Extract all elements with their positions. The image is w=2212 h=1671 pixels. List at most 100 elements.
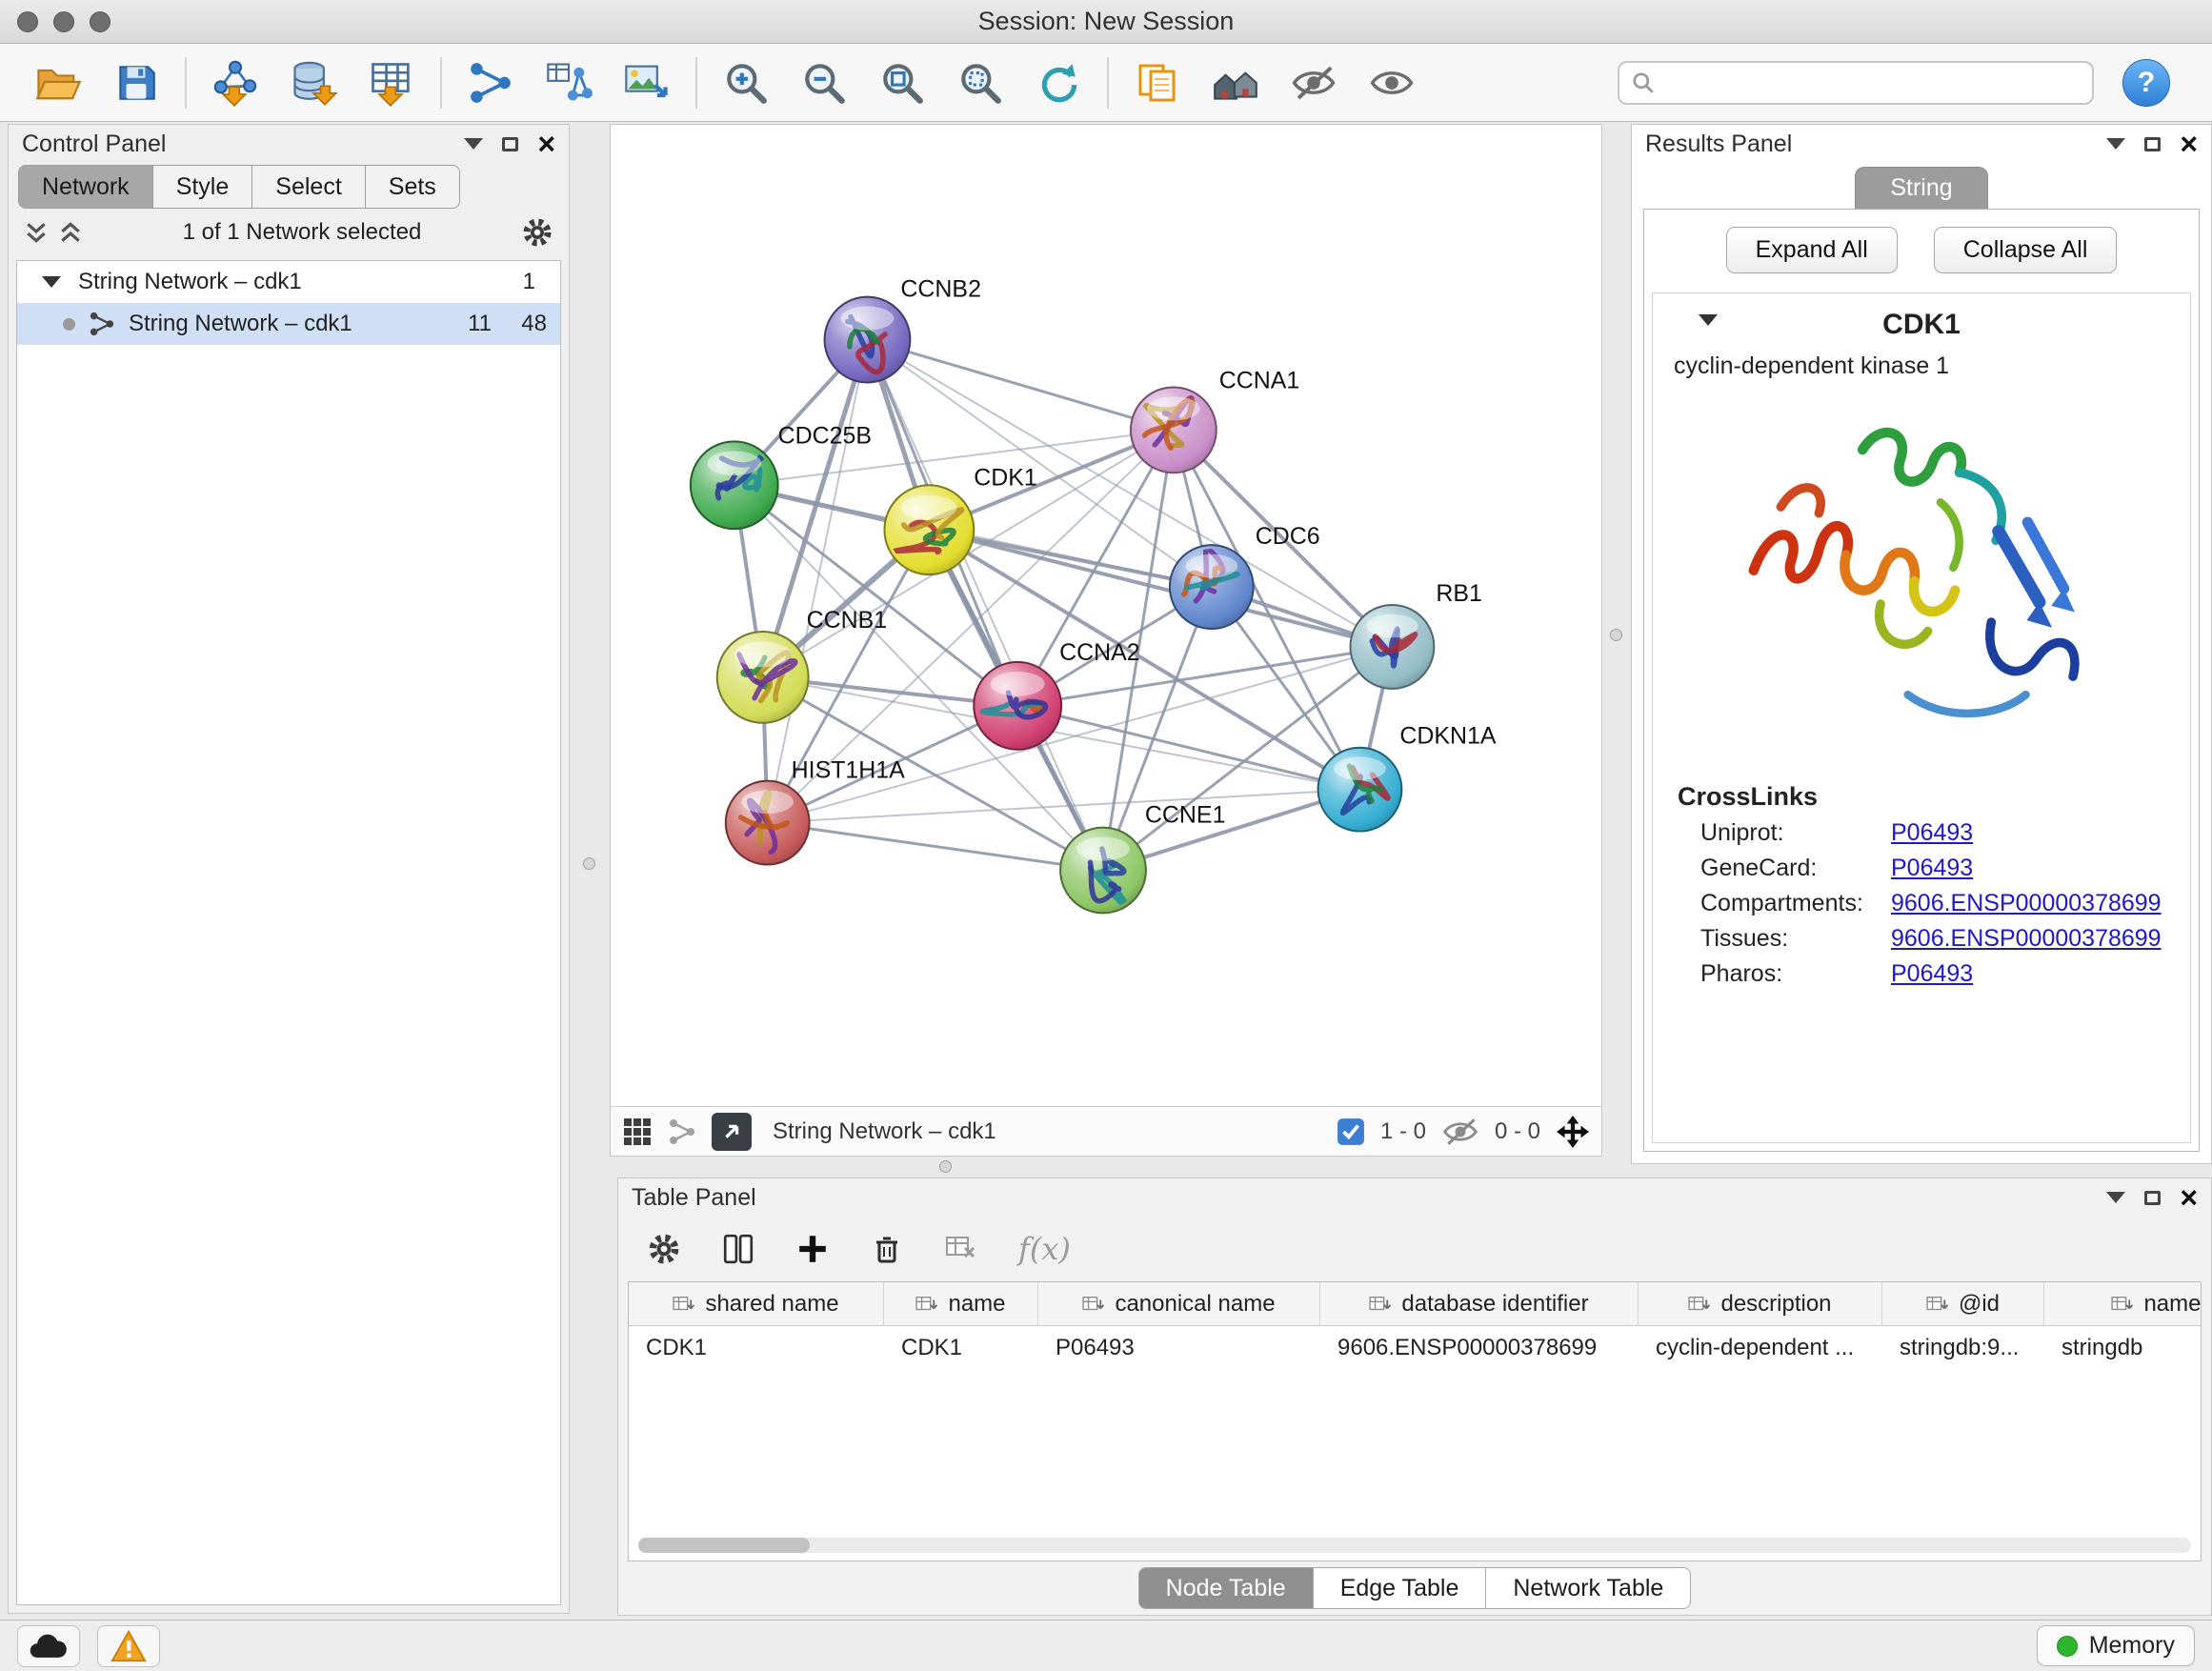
show-all-button[interactable] [1353, 50, 1431, 115]
network-edge[interactable] [867, 340, 1173, 431]
expand-all-button[interactable]: Expand All [1726, 227, 1898, 273]
gear-icon[interactable] [647, 1232, 681, 1266]
tab-edge-table[interactable]: Edge Table [1313, 1567, 1487, 1609]
panel-float-icon[interactable] [502, 137, 518, 151]
network-edge[interactable] [768, 340, 868, 823]
import-network-from-file-button[interactable] [196, 50, 274, 115]
import-network-from-database-button[interactable] [274, 50, 352, 115]
bottom-splitter-handle[interactable] [939, 1160, 952, 1173]
delete-column-icon[interactable] [870, 1232, 904, 1266]
panel-close-icon[interactable]: × [2180, 129, 2198, 159]
minimize-window-button[interactable] [53, 11, 74, 32]
right-splitter-handle[interactable] [1610, 629, 1622, 641]
cell-shared-name[interactable]: CDK1 [629, 1326, 884, 1370]
panel-close-icon[interactable]: × [2180, 1182, 2198, 1213]
save-session-button[interactable] [97, 50, 175, 115]
share-view-icon[interactable] [668, 1117, 696, 1146]
memory-button[interactable]: Memory [2037, 1625, 2195, 1666]
gear-icon[interactable] [521, 216, 553, 249]
birdseye-button[interactable] [712, 1113, 752, 1151]
network-node-RB1[interactable]: RB1 [1351, 580, 1482, 689]
panel-menu-icon[interactable] [2106, 1192, 2125, 1203]
pan-crosshair-icon[interactable] [1556, 1115, 1590, 1149]
network-node-CCNB1[interactable]: CCNB1 [717, 607, 887, 723]
cloud-status-button[interactable] [17, 1625, 80, 1667]
column-header-namespace[interactable]: namespace [2044, 1282, 2202, 1325]
panel-close-icon[interactable]: × [537, 129, 555, 159]
column-header-name[interactable]: name [884, 1282, 1038, 1325]
network-canvas[interactable]: CCNB2CCNA1CDC25BCDK1CDC6RB1CCNB1CCNA2CDK… [611, 125, 1601, 1106]
grid-view-icon[interactable] [622, 1117, 653, 1147]
crosslink-link[interactable]: P06493 [1891, 960, 1973, 988]
tab-network-table[interactable]: Network Table [1485, 1567, 1691, 1609]
panel-float-icon[interactable] [2144, 137, 2161, 151]
cell-namespace[interactable]: stringdb [2044, 1326, 2202, 1370]
cell-database-identifier[interactable]: 9606.ENSP00000378699 [1320, 1326, 1639, 1370]
zoom-fit-button[interactable] [863, 50, 941, 115]
home-button[interactable] [1196, 50, 1275, 115]
help-button[interactable]: ? [2122, 59, 2170, 107]
network-from-table-button[interactable] [530, 50, 608, 115]
panel-menu-icon[interactable] [464, 138, 483, 150]
open-session-button[interactable] [19, 50, 97, 115]
crosslink-link[interactable]: P06493 [1891, 855, 1973, 882]
hidden-eye-slash-icon[interactable] [1441, 1116, 1479, 1148]
search-input[interactable] [1665, 70, 2081, 96]
clear-table-icon[interactable] [944, 1232, 978, 1266]
warnings-button[interactable] [97, 1625, 160, 1667]
tab-node-table[interactable]: Node Table [1138, 1567, 1314, 1609]
hide-selected-button[interactable] [1275, 50, 1353, 115]
network-edge[interactable] [768, 647, 1393, 823]
network-node-HIST1H1A[interactable]: HIST1H1A [726, 757, 905, 865]
zoom-in-button[interactable] [707, 50, 785, 115]
tab-network[interactable]: Network [18, 165, 153, 209]
crosslink-link[interactable]: P06493 [1891, 819, 1973, 847]
panel-float-icon[interactable] [2144, 1191, 2161, 1205]
expand-all-icon[interactable] [58, 221, 83, 244]
collapse-all-icon[interactable] [24, 221, 49, 244]
network-node-CCNA1[interactable]: CCNA1 [1131, 367, 1299, 473]
tree-expand-icon[interactable] [42, 276, 61, 288]
gene-collapse-icon[interactable] [1699, 314, 1718, 326]
column-header-id[interactable]: @id [1882, 1282, 2044, 1325]
zoom-out-button[interactable] [785, 50, 863, 115]
cell-description[interactable]: cyclin-dependent ... [1639, 1326, 1882, 1370]
copy-button[interactable] [1118, 50, 1196, 115]
cell-canonical-name[interactable]: P06493 [1038, 1326, 1320, 1370]
panel-menu-icon[interactable] [2106, 138, 2125, 150]
close-window-button[interactable] [17, 11, 38, 32]
network-edge[interactable] [867, 340, 1103, 871]
tab-style[interactable]: Style [152, 165, 253, 209]
scrollbar-thumb[interactable] [638, 1538, 810, 1553]
tab-sets[interactable]: Sets [365, 165, 460, 209]
horizontal-scrollbar[interactable] [638, 1538, 2191, 1553]
new-network-button[interactable] [452, 50, 530, 115]
import-table-from-file-button[interactable] [352, 50, 431, 115]
network-node-CDKN1A[interactable]: CDKN1A [1318, 723, 1497, 832]
collapse-all-button[interactable]: Collapse All [1934, 227, 2118, 273]
column-header-shared-name[interactable]: shared name [629, 1282, 884, 1325]
network-row-selected[interactable]: String Network – cdk1 11 48 [17, 303, 560, 345]
network-edge[interactable] [768, 823, 1103, 871]
network-collection-row[interactable]: String Network – cdk1 1 [17, 261, 560, 303]
tab-string[interactable]: String [1855, 167, 1987, 209]
network-node-CCNE1[interactable]: CCNE1 [1060, 802, 1225, 914]
zoom-selected-button[interactable] [941, 50, 1019, 115]
cell-name[interactable]: CDK1 [884, 1326, 1038, 1370]
left-splitter-handle[interactable] [583, 857, 595, 870]
cell-id[interactable]: stringdb:9... [1882, 1326, 2044, 1370]
select-columns-icon[interactable] [721, 1232, 755, 1266]
crosslink-link[interactable]: 9606.ENSP00000378699 [1891, 890, 2162, 917]
column-header-canonical-name[interactable]: canonical name [1038, 1282, 1320, 1325]
refresh-view-button[interactable] [1019, 50, 1097, 115]
function-builder-icon[interactable]: f(x) [1018, 1231, 1071, 1267]
network-edge[interactable] [929, 530, 1392, 647]
tab-select[interactable]: Select [251, 165, 365, 209]
add-column-icon[interactable] [795, 1232, 830, 1266]
network-node-CDC6[interactable]: CDC6 [1170, 523, 1320, 629]
selected-checkbox-icon[interactable] [1337, 1117, 1365, 1146]
network-node-CDC25B[interactable]: CDC25B [691, 422, 872, 529]
network-node-CDK1[interactable]: CDK1 [884, 464, 1036, 574]
export-image-button[interactable] [608, 50, 686, 115]
column-header-database-identifier[interactable]: database identifier [1320, 1282, 1639, 1325]
